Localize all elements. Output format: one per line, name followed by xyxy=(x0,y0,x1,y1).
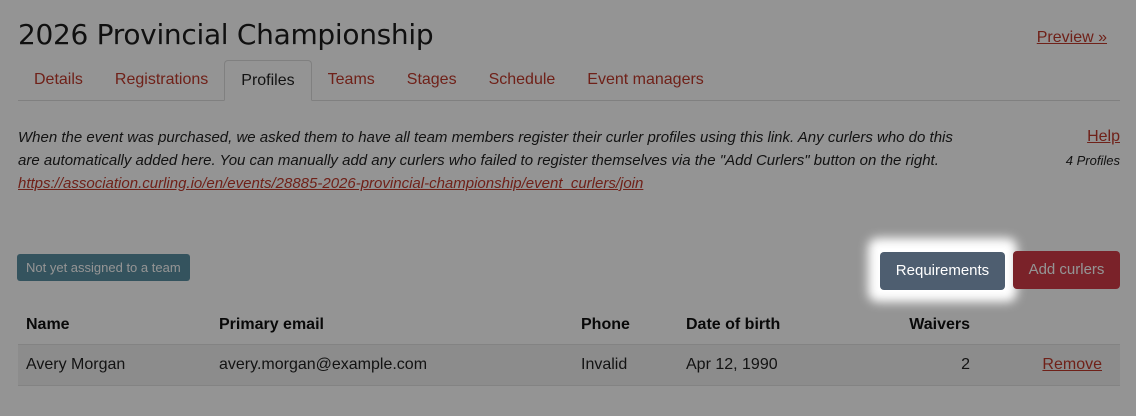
table-header-row: Name Primary email Phone Date of birth W… xyxy=(18,306,1120,345)
add-curlers-button[interactable]: Add curlers xyxy=(1013,251,1120,289)
table-row: Avery Morgan avery.morgan@example.com In… xyxy=(18,344,1120,386)
unassigned-filter-badge[interactable]: Not yet assigned to a team xyxy=(17,254,190,281)
cell-phone: Invalid xyxy=(573,344,678,386)
column-header-waivers: Waivers xyxy=(848,306,978,345)
tab-stages[interactable]: Stages xyxy=(391,60,473,100)
column-header-actions xyxy=(978,306,1120,345)
cell-email: avery.morgan@example.com xyxy=(211,344,573,386)
cell-waivers: 2 xyxy=(848,344,978,386)
column-header-name: Name xyxy=(18,306,211,345)
preview-link[interactable]: Preview » xyxy=(1037,29,1107,47)
join-link[interactable]: https://association.curling.io/en/events… xyxy=(18,172,978,195)
profiles-page: 2026 Provincial Championship Preview » D… xyxy=(0,0,1136,416)
description-text: When the event was purchased, we asked t… xyxy=(18,129,953,169)
remove-link[interactable]: Remove xyxy=(978,344,1120,386)
column-header-email: Primary email xyxy=(211,306,573,345)
tab-schedule[interactable]: Schedule xyxy=(473,60,572,100)
cell-dob: Apr 12, 1990 xyxy=(678,344,848,386)
cell-name: Avery Morgan xyxy=(18,344,211,386)
profiles-table: Name Primary email Phone Date of birth W… xyxy=(18,306,1120,386)
column-header-dob: Date of birth xyxy=(678,306,848,345)
tab-teams[interactable]: Teams xyxy=(312,60,391,100)
tab-details[interactable]: Details xyxy=(18,60,99,100)
page-title: 2026 Provincial Championship xyxy=(18,18,434,51)
requirements-button[interactable]: Requirements xyxy=(880,252,1005,290)
help-link[interactable]: Help xyxy=(1087,128,1120,146)
tab-event-managers[interactable]: Event managers xyxy=(571,60,720,100)
tab-bar: Details Registrations Profiles Teams Sta… xyxy=(18,60,1120,101)
tab-registrations[interactable]: Registrations xyxy=(99,60,224,100)
profile-count: 4 Profiles xyxy=(1065,153,1120,168)
profiles-description: When the event was purchased, we asked t… xyxy=(18,126,978,195)
tab-profiles[interactable]: Profiles xyxy=(224,60,312,101)
column-header-phone: Phone xyxy=(573,306,678,345)
